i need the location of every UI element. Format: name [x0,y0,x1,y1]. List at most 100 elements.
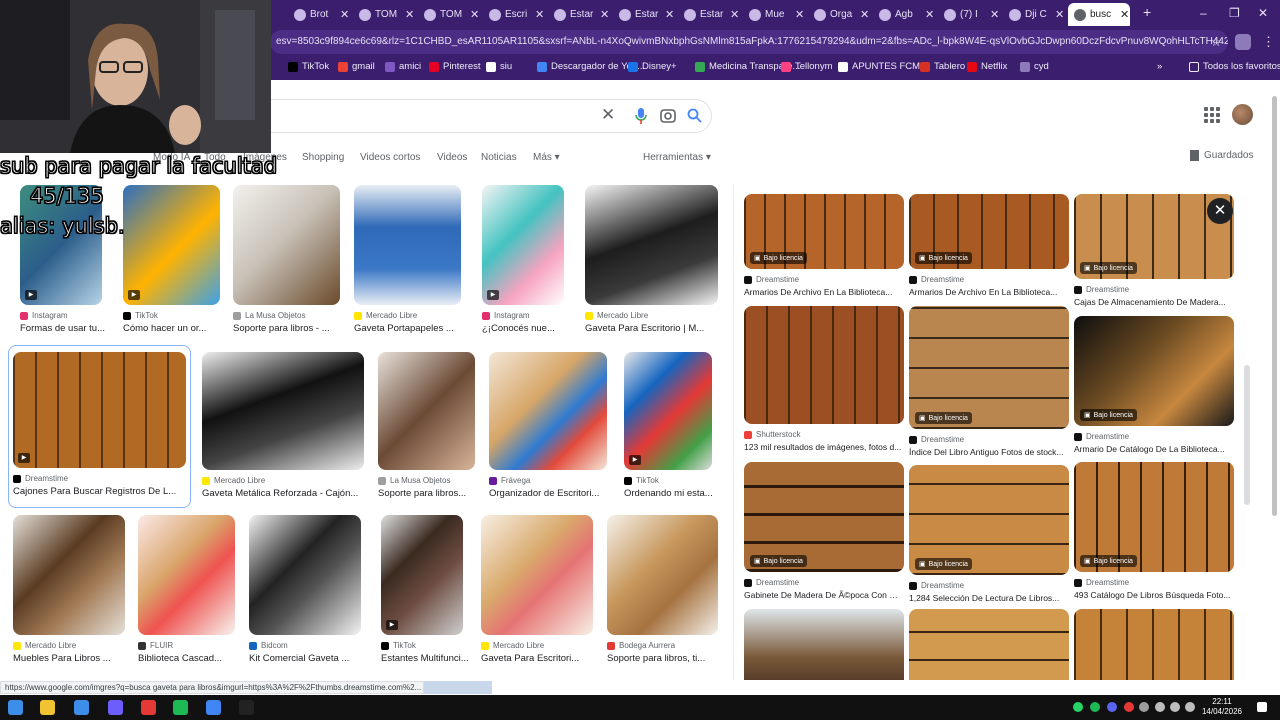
browser-tab[interactable]: Mue ✕ [743,3,809,26]
spotify-tray-icon[interactable] [1090,702,1100,712]
result-title[interactable]: Soporte para libros - ... [233,323,341,334]
filter-tab[interactable]: Más ▾ [533,152,560,163]
tab-close-icon[interactable]: ✕ [990,8,999,21]
result-title[interactable]: Cajones Para Buscar Registros De L... [13,486,183,497]
panel-result-title[interactable]: Armario De Catálogo De La Biblioteca... [1074,444,1232,454]
result-source[interactable]: TikTok [123,311,158,320]
maximize-icon[interactable]: ❐ [1229,6,1240,20]
browser-tab[interactable]: Orga ✕ [808,3,874,26]
result-card[interactable]: ▶ Dreamstime Cajones Para Buscar Registros… [13,352,186,506]
panel-result-card[interactable]: ▣ Bajo licencia Dreamstime 1,284 Selección … [909,465,1069,611]
tab-close-icon[interactable]: ✕ [860,8,869,21]
result-source[interactable]: Mercado Libre [13,641,76,650]
filter-tab[interactable]: Noticias [481,152,517,163]
result-title[interactable]: Biblioteca Cascad... [138,653,246,664]
chrome-icon[interactable] [206,700,221,715]
result-thumbnail[interactable] [202,352,364,470]
panel-thumbnail[interactable] [744,306,904,424]
result-card[interactable]: ▶ TikTok Estantes Multifunci... [381,515,489,673]
result-thumbnail[interactable] [607,515,718,635]
wifi-icon[interactable] [1155,702,1165,712]
result-card[interactable]: Bodega Aurrera Soporte para libros, ti... [607,515,718,673]
result-title[interactable]: Soporte para libros... [378,488,486,499]
result-source[interactable]: Frávega [489,476,530,485]
system-clock[interactable]: 22:11 14/04/2026 [1200,697,1244,717]
lens-search-icon[interactable] [660,108,676,128]
result-source[interactable]: Mercado Libre [481,641,544,650]
browser-tab[interactable]: busc ✕ [1068,3,1130,26]
tab-close-icon[interactable]: ✕ [600,8,609,21]
result-source[interactable]: FLUIR [138,641,173,650]
menu-kebab-icon[interactable]: ⋮ [1262,34,1275,50]
result-card[interactable]: ▶ Instagram Formas de usar tu... [20,185,128,343]
tab-close-icon[interactable]: ✕ [340,8,349,21]
voice-search-icon[interactable] [635,108,647,128]
tab-close-icon[interactable]: ✕ [535,8,544,21]
panel-result-card[interactable]: ▣ Bajo licencia Dreamstime Gabinete De Made… [744,462,904,608]
volume-icon[interactable] [1170,702,1180,712]
result-thumbnail[interactable] [249,515,361,635]
result-title[interactable]: Ordenando mi esta... [624,488,732,499]
browser-tab[interactable]: Estar ✕ [548,3,614,26]
panel-thumbnail[interactable]: ▣ Bajo licencia [1074,462,1234,572]
panel-result-source[interactable]: Dreamstime [1074,578,1129,587]
google-apps-icon[interactable] [1204,107,1220,123]
file-explorer-icon[interactable] [40,700,55,715]
result-title[interactable]: Gaveta Portapapeles ... [354,323,462,334]
network-tray-icon[interactable] [1139,702,1149,712]
tab-close-icon[interactable]: ✕ [1120,8,1129,21]
page-scrollbar[interactable] [1270,86,1278,686]
messenger-icon[interactable] [108,700,123,715]
result-source[interactable]: Bodega Aurrera [607,641,675,650]
calendar-icon[interactable] [74,700,89,715]
result-card[interactable]: Mercado Libre Gaveta Metálica Reforzada -… [202,352,364,508]
tab-close-icon[interactable]: ✕ [470,8,479,21]
panel-result-card[interactable]: ▣ Bajo licencia Dreamstime Armarios De Arch… [909,194,1069,305]
result-thumbnail[interactable]: ▶ [381,515,463,635]
browser-tab[interactable]: Agb ✕ [873,3,939,26]
panel-thumbnail[interactable]: ▣ Bajo licencia [909,194,1069,269]
bookmark-item[interactable]: cyd [1020,61,1049,72]
result-card[interactable]: ▶ TikTok Cómo hacer un or... [123,185,231,343]
panel-result-card[interactable]: ▣ Bajo licencia Dreamstime Armarios De Arch… [744,194,904,305]
video-app-icon[interactable] [141,700,156,715]
panel-thumbnail[interactable]: ▣ Bajo licencia [909,306,1069,429]
panel-thumbnail[interactable] [744,609,904,680]
close-window-icon[interactable]: ✕ [1258,6,1268,20]
panel-result-source[interactable]: Dreamstime [744,578,799,587]
more-bookmarks-icon[interactable]: » [1157,61,1162,72]
bookmark-item[interactable]: Netflix [967,61,1007,72]
browser-tab[interactable]: Estar ✕ [678,3,744,26]
panel-result-title[interactable]: Cajas De Almacenamiento De Madera... [1074,297,1232,307]
tab-close-icon[interactable]: ✕ [665,8,674,21]
tab-close-icon[interactable]: ✕ [1055,8,1064,21]
panel-result-title[interactable]: Gabinete De Madera De Ã©poca Con Un... [744,590,902,600]
bookmark-item[interactable]: Disney+ [628,61,677,72]
all-favorites-folder[interactable]: Todos los favoritos [1189,61,1280,72]
result-source[interactable]: Dreamstime [13,474,68,483]
result-title[interactable]: Cómo hacer un or... [123,323,231,334]
bookmark-star-icon[interactable]: ☆ [1210,30,1222,54]
result-source[interactable]: TikTok [624,476,659,485]
filter-tab[interactable]: Videos cortos [360,152,420,163]
panel-result-card[interactable]: ▣ Bajo licencia Dreamstime Índice Del Libro… [909,306,1069,465]
panel-thumbnail[interactable] [1074,609,1234,680]
tools-dropdown[interactable]: Herramientas ▾ [643,152,711,163]
close-panel-button[interactable]: ✕ [1207,198,1233,224]
panel-result-source[interactable]: Dreamstime [909,275,964,284]
result-thumbnail[interactable] [13,515,125,635]
result-source[interactable]: Mercado Libre [354,311,417,320]
notification-icon[interactable] [1257,702,1267,712]
battery-icon[interactable] [1185,702,1195,712]
tab-close-icon[interactable]: ✕ [405,8,414,21]
address-bar[interactable]: esv=8503c9f894ce6c69&rlz=1C1CHBD_esAR110… [270,30,1228,54]
result-source[interactable]: La Musa Objetos [233,311,305,320]
panel-result-title[interactable]: 123 mil resultados de imágenes, fotos d.… [744,442,902,452]
app-tray-icon[interactable] [1124,702,1134,712]
result-thumbnail[interactable]: ▶ [13,352,186,468]
browser-tab[interactable]: Brot ✕ [288,3,354,26]
search-icon[interactable] [687,108,702,127]
result-card[interactable]: Bidcom Kit Comercial Gaveta ... [249,515,361,673]
result-source[interactable]: Bidcom [249,641,288,650]
panel-result-title[interactable]: Armarios De Archivo En La Biblioteca... [909,287,1067,297]
